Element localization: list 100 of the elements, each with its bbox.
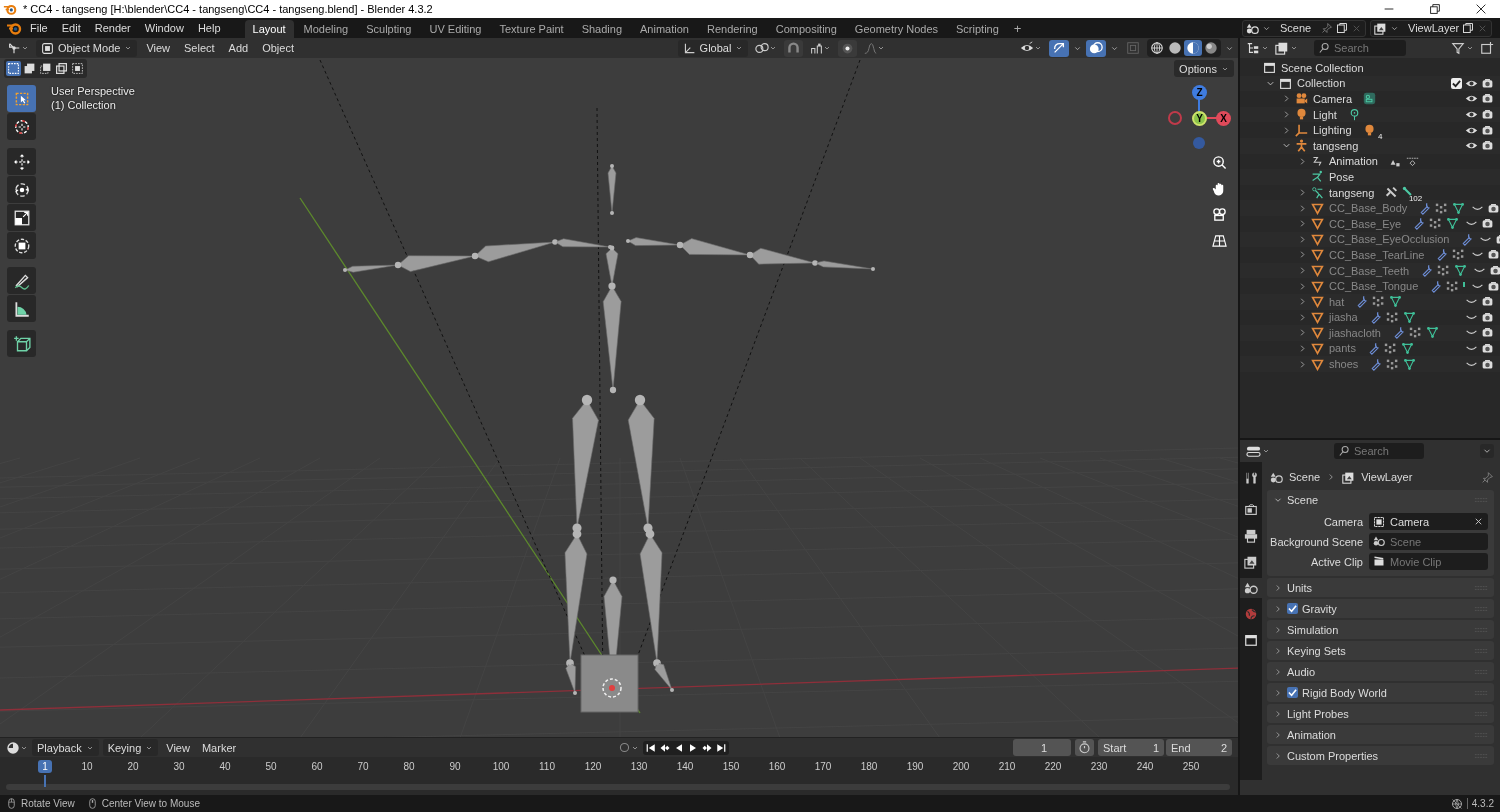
frame-number: 190 <box>906 760 924 772</box>
frame-number: 70 <box>357 760 369 772</box>
menu-dropdown[interactable]: Playback <box>32 739 99 756</box>
workspace-tab[interactable]: Compositing <box>767 20 845 38</box>
outliner-item[interactable]: CC_Base_Teeth <box>1329 264 1410 277</box>
panel-title[interactable]: Scene <box>1287 493 1319 506</box>
menu-item[interactable]: Window <box>138 20 190 36</box>
outliner-item[interactable]: CC_Base_TearLine <box>1329 248 1425 261</box>
workspace-tab[interactable]: Scripting <box>948 20 1007 38</box>
outliner-item[interactable]: CC_Base_Tongue <box>1329 280 1419 293</box>
frame-number: 20 <box>127 760 139 772</box>
frame-number: 200 <box>952 760 970 772</box>
panel-title[interactable]: Audio <box>1287 665 1316 678</box>
outliner-item[interactable]: pants <box>1329 342 1356 355</box>
frame-number: 50 <box>265 760 277 772</box>
outliner-item[interactable]: hat <box>1329 295 1345 308</box>
status-hint: Rotate View <box>21 798 75 809</box>
menu-item[interactable]: File <box>24 20 54 36</box>
outliner-item[interactable]: CC_Base_Body <box>1329 202 1408 215</box>
workspace-tab[interactable]: Shading <box>573 20 631 38</box>
menu-item[interactable]: Marker <box>197 741 241 754</box>
frame-number: 90 <box>449 760 461 772</box>
end-frame-field[interactable]: End 2 <box>1166 739 1232 756</box>
outliner-item[interactable]: Animation <box>1329 155 1378 168</box>
panel-title[interactable]: Custom Properties <box>1287 749 1379 762</box>
workspace-tab[interactable]: Sculpting <box>358 20 420 38</box>
search-field[interactable]: Search <box>1334 443 1424 459</box>
menu-item[interactable]: View <box>162 741 194 754</box>
current-frame-marker[interactable]: 1 <box>38 759 52 773</box>
scene-selector[interactable]: Scene <box>1242 19 1366 37</box>
workspace-tab[interactable]: Rendering <box>698 20 766 38</box>
start-frame-field[interactable]: Start 1 <box>1098 739 1164 756</box>
workspace-tab[interactable]: Modeling <box>295 20 357 38</box>
breadcrumb-item[interactable]: Scene <box>1289 471 1321 483</box>
frame-number: 10 <box>81 760 93 772</box>
object-field[interactable]: Movie Clip <box>1369 553 1488 570</box>
current-frame-field[interactable]: 1 <box>1013 739 1071 756</box>
panel-title[interactable]: Rigid Body World <box>1302 686 1387 699</box>
outliner-item[interactable]: tangseng <box>1329 186 1375 199</box>
panel-title[interactable]: Animation <box>1287 728 1336 741</box>
menu-item[interactable]: Help <box>191 20 227 36</box>
workspace-tab[interactable]: Animation <box>632 20 697 38</box>
outliner-item[interactable]: CC_Base_Eye <box>1329 217 1402 230</box>
outliner-item[interactable]: jiasha <box>1329 311 1358 324</box>
frame-number: 100 <box>492 760 510 772</box>
navigation-gizmo[interactable]: Z Y X <box>1166 85 1232 151</box>
viewport-info-text: User Perspective <box>51 85 135 97</box>
menu-item[interactable]: View <box>141 42 176 54</box>
panel-title[interactable]: Light Probes <box>1287 707 1349 720</box>
panel-title[interactable]: Simulation <box>1287 623 1339 636</box>
outliner-item[interactable]: Camera <box>1313 93 1353 105</box>
count-label: 4 <box>1378 131 1383 141</box>
outliner-item[interactable]: Collection <box>1297 77 1346 90</box>
panel-title[interactable]: Gravity <box>1302 602 1337 615</box>
menu-item[interactable]: Render <box>88 20 137 36</box>
outliner-item[interactable]: Light <box>1313 108 1337 121</box>
outliner-item[interactable]: shoes <box>1329 358 1359 371</box>
panel-title[interactable]: Units <box>1287 581 1313 594</box>
object-field[interactable]: Scene <box>1369 533 1488 550</box>
frame-number: 240 <box>1136 760 1154 772</box>
frame-number: 230 <box>1090 760 1108 772</box>
frame-number: 170 <box>814 760 832 772</box>
frame-number: 180 <box>860 760 878 772</box>
outliner-item[interactable]: Lighting <box>1313 124 1352 137</box>
frame-number: 150 <box>722 760 740 772</box>
workspace-tab[interactable]: Layout <box>244 20 294 38</box>
field-label: Camera <box>1322 515 1363 528</box>
menu-item[interactable]: Add <box>223 42 254 54</box>
mode-dropdown[interactable]: Object Mode <box>36 39 138 57</box>
outliner-item[interactable]: Scene Collection <box>1281 61 1364 74</box>
outliner-item[interactable]: jiashacloth <box>1329 326 1381 339</box>
outliner-item[interactable]: tangseng <box>1313 139 1359 152</box>
view-layer-selector[interactable]: ViewLayer <box>1370 19 1492 37</box>
frame-number: 220 <box>1044 760 1062 772</box>
menu-item[interactable]: Object <box>257 42 299 54</box>
object-field[interactable]: Camera <box>1369 513 1488 530</box>
axis-label[interactable]: X <box>1216 111 1231 126</box>
frame-number: 120 <box>584 760 602 772</box>
frame-number: 140 <box>676 760 694 772</box>
breadcrumb-item[interactable]: ViewLayer <box>1361 471 1413 483</box>
menu-item[interactable]: Select <box>179 42 220 54</box>
panel-title[interactable]: Keying Sets <box>1287 644 1346 657</box>
orientation-dropdown[interactable]: Global <box>677 39 749 57</box>
frame-number: 110 <box>539 760 555 772</box>
outliner-item[interactable]: CC_Base_EyeOcclusion <box>1329 233 1450 246</box>
axis-label[interactable]: Z <box>1192 85 1207 100</box>
workspace-tab[interactable]: UV Editing <box>421 20 490 38</box>
workspace-tab[interactable]: Texture Paint <box>491 20 572 38</box>
menu-dropdown[interactable]: Keying <box>102 739 159 756</box>
axis-label[interactable]: Y <box>1192 111 1207 126</box>
add-workspace-button[interactable]: + <box>1008 20 1027 36</box>
frame-number: 30 <box>173 760 185 772</box>
options-dropdown[interactable]: Options <box>1174 60 1234 77</box>
outliner-item[interactable]: Pose <box>1329 170 1355 183</box>
field-label: Active Clip <box>1310 555 1363 568</box>
menu-item[interactable]: Edit <box>55 20 87 36</box>
search-field[interactable]: Search <box>1314 40 1406 56</box>
field-label: Background Scene <box>1269 535 1363 548</box>
viewport-info-text: (1) Collection <box>51 99 117 111</box>
workspace-tab[interactable]: Geometry Nodes <box>846 20 946 38</box>
